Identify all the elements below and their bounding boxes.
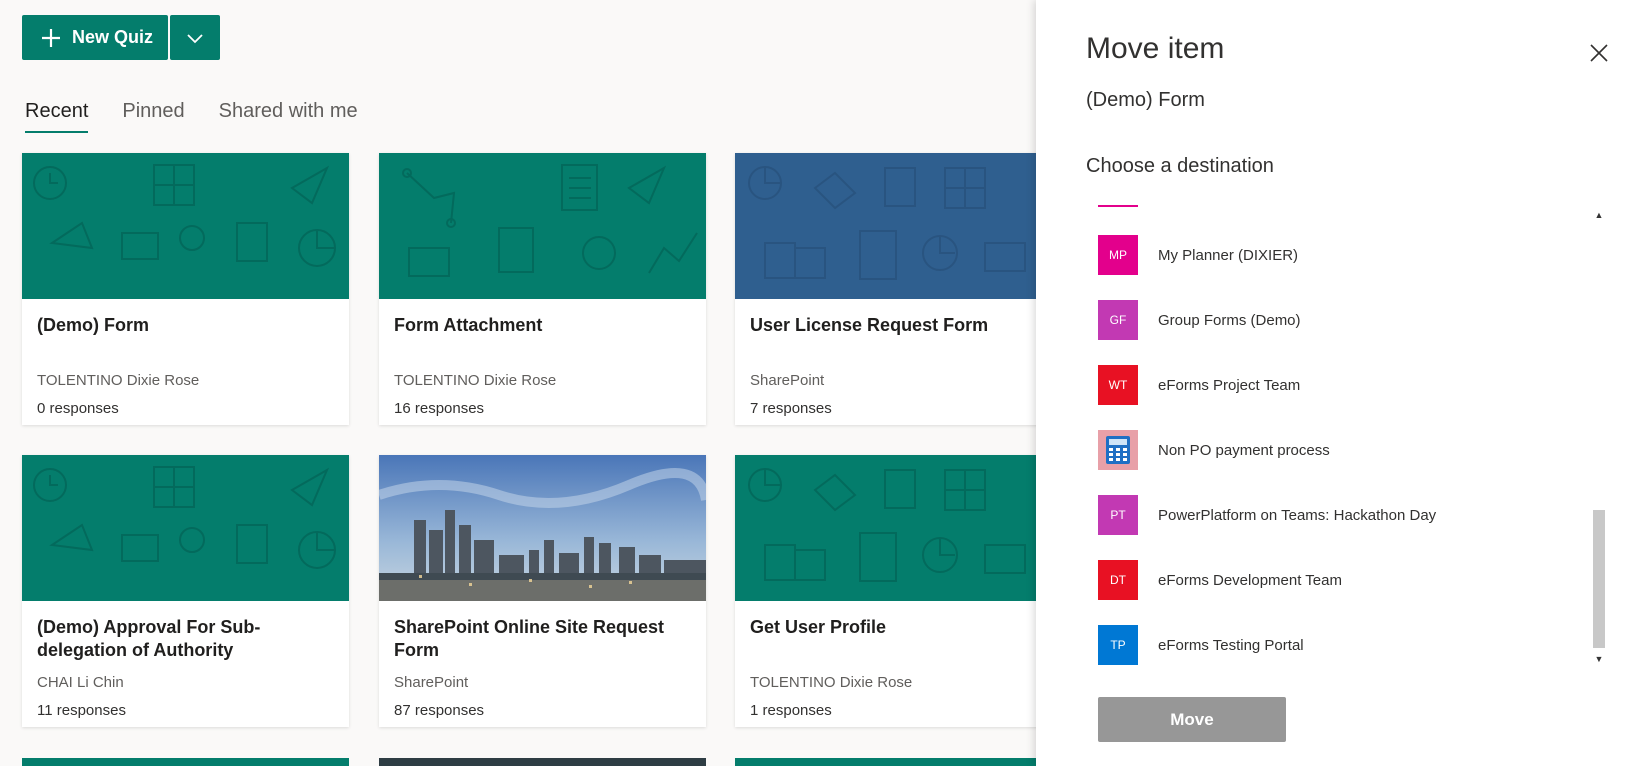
destination-my-planner[interactable]: MP My Planner (DIXIER) [1098,229,1298,281]
card-owner: TOLENTINO Dixie Rose [394,372,557,389]
form-card-partial[interactable] [22,758,349,766]
avatar: WT [1098,365,1138,405]
card-owner: TOLENTINO Dixie Rose [37,372,200,389]
destination-eforms-testing-portal[interactable]: TP eForms Testing Portal [1098,619,1304,671]
scroll-up-arrow-icon[interactable]: ▲ [1593,208,1605,222]
form-thumbnail [22,455,349,601]
destination-label: eForms Testing Portal [1158,636,1304,654]
new-quiz-label: New Quiz [72,27,154,47]
destination-label: eForms Development Team [1158,571,1342,589]
tab-shared-with-me[interactable]: Shared with me [219,100,358,133]
panel-title: Move item [1086,32,1225,65]
form-card[interactable]: (Demo) Form TOLENTINO Dixie Rose 0 respo… [22,153,349,425]
form-card[interactable]: Form Attachment TOLENTINO Dixie Rose 16 … [379,153,706,425]
avatar: GF [1098,300,1138,340]
move-button[interactable]: Move [1098,697,1286,742]
form-thumbnail [735,455,1062,601]
form-thumbnail [379,153,706,299]
form-card[interactable]: (Demo) Approval For Sub-delegation of Au… [22,455,349,727]
close-icon[interactable] [1588,42,1610,64]
avatar: TP [1098,625,1138,665]
city-skyline-image [379,455,706,601]
new-dropdown-button[interactable] [170,15,220,60]
destination-label: eForms Project Team [1158,376,1301,394]
tab-pinned[interactable]: Pinned [122,100,184,133]
card-title: (Demo) Approval For Sub-delegation of Au… [37,617,261,660]
card-title: Get User Profile [750,617,887,637]
form-card-partial[interactable] [735,758,1062,766]
card-title: (Demo) Form [37,315,149,335]
move-item-panel: Move item (Demo) Form Choose a destinati… [1036,0,1628,766]
destination-label: Non PO payment process [1158,441,1330,459]
scrollbar-thumb[interactable] [1593,510,1605,648]
card-owner: SharePoint [750,372,825,389]
destination-group-forms[interactable]: GF Group Forms (Demo) [1098,294,1301,346]
destination-item-partial [1098,205,1138,207]
avatar: PT [1098,495,1138,535]
avatar: MP [1098,235,1138,275]
card-responses: 0 responses [37,400,119,417]
form-thumbnail [735,153,1062,299]
card-responses: 87 responses [394,702,485,719]
destination-eforms-project-team[interactable]: WT eForms Project Team [1098,359,1300,411]
new-quiz-button[interactable]: New Quiz [22,15,168,60]
card-title: Form Attachment [394,315,543,335]
card-responses: 16 responses [394,400,485,417]
form-card[interactable]: User License Request Form SharePoint 7 r… [735,153,1062,425]
card-owner: TOLENTINO Dixie Rose [750,674,913,691]
destination-label: My Planner (DIXIER) [1158,246,1299,264]
card-responses: 11 responses [37,702,126,719]
form-card[interactable]: SharePoint Online Site Request Form Shar… [379,455,706,727]
avatar: DT [1098,560,1138,600]
card-owner: CHAI Li Chin [37,674,124,691]
avatar [1098,430,1138,470]
card-title: SharePoint Online Site Request Form [394,617,665,660]
destination-eforms-development-team[interactable]: DT eForms Development Team [1098,554,1342,606]
tab-recent[interactable]: Recent [25,100,89,133]
item-name: (Demo) Form [1086,89,1205,111]
destination-label: PowerPlatform on Teams: Hackathon Day [1158,506,1437,524]
form-card[interactable]: Get User Profile TOLENTINO Dixie Rose 1 … [735,455,1062,727]
tab-bar: Recent Pinned Shared with me [25,100,392,133]
plus-icon [42,28,60,47]
card-owner: SharePoint [394,674,469,691]
card-responses: 1 responses [750,702,832,719]
destination-label: Group Forms (Demo) [1158,311,1301,329]
card-responses: 7 responses [750,400,832,417]
destination-powerplatform[interactable]: PT PowerPlatform on Teams: Hackathon Day [1098,489,1436,541]
choose-destination-label: Choose a destination [1086,155,1274,177]
chevron-down-icon [187,33,203,43]
calculator-icon [1106,436,1130,464]
destination-non-po-payment[interactable]: Non PO payment process [1098,424,1330,476]
form-thumbnail [22,153,349,299]
card-title: User License Request Form [750,315,989,335]
scroll-down-arrow-icon[interactable]: ▼ [1593,652,1605,666]
form-card-partial[interactable] [379,758,706,766]
destination-list: MP My Planner (DIXIER) GF Group Forms (D… [1086,205,1618,673]
